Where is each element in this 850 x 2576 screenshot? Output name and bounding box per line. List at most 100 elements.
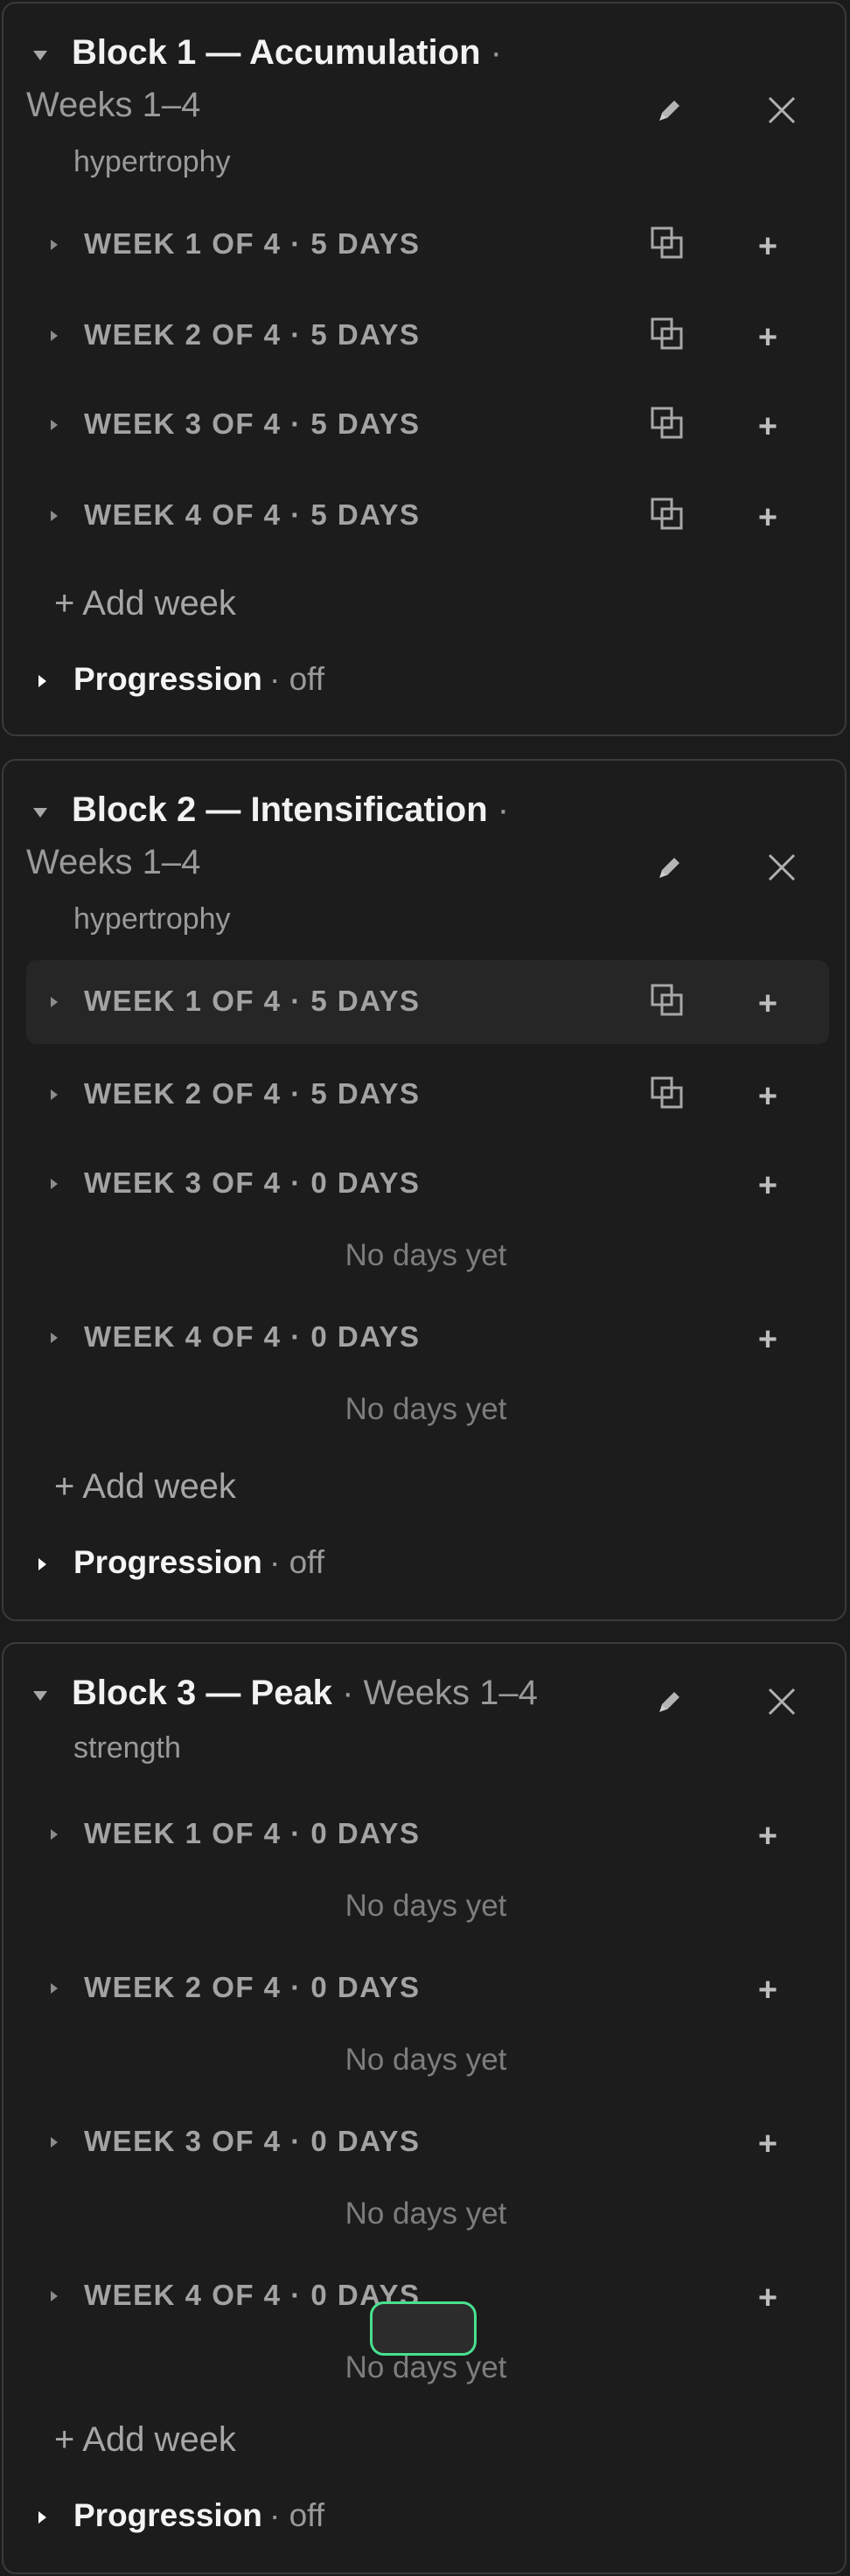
caret-right-icon[interactable] — [51, 1983, 58, 1994]
duplicate-week-button[interactable] — [643, 310, 692, 359]
week-row[interactable]: WEEK 1 OF 4 · 5 DAYS + — [26, 203, 829, 287]
caret-right-icon[interactable] — [51, 2291, 58, 2301]
block-title: Block 2 — Intensification · — [72, 790, 509, 830]
add-day-button[interactable]: + — [743, 222, 792, 271]
progression-toggle[interactable]: Progression · off — [37, 2497, 352, 2541]
plus-icon: + — [757, 2125, 778, 2162]
caret-right-icon[interactable] — [51, 1179, 58, 1189]
week-row[interactable]: WEEK 1 OF 4 · 5 DAYS + — [26, 960, 829, 1044]
empty-week-message: No days yet — [345, 2350, 507, 2385]
duplicate-week-button[interactable] — [643, 490, 692, 539]
empty-week-message: No days yet — [345, 1392, 507, 1426]
block-card: Block 1 — Accumulation · Weeks 1–4 hyper… — [2, 2, 847, 736]
add-day-button[interactable]: + — [743, 2273, 792, 2322]
add-day-button[interactable]: + — [743, 402, 792, 451]
drag-handle-overlay[interactable] — [370, 2301, 477, 2356]
add-day-button[interactable]: + — [743, 1315, 792, 1364]
week-row[interactable]: WEEK 2 OF 4 · 5 DAYS + — [26, 1053, 829, 1137]
title-separator: · — [342, 1674, 354, 1712]
plus-icon: + — [757, 1077, 778, 1115]
plus-icon: + — [757, 227, 778, 265]
week-label: WEEK 3 OF 4 · 0 DAYS — [84, 1166, 421, 1199]
empty-week-message: No days yet — [345, 2043, 507, 2077]
plus-icon: + — [757, 1320, 778, 1358]
caret-down-icon[interactable] — [33, 51, 47, 60]
duplicate-icon — [651, 984, 683, 1016]
add-day-button[interactable]: + — [743, 1812, 792, 1861]
caret-right-icon[interactable] — [51, 2137, 58, 2148]
caret-right-icon[interactable] — [51, 331, 58, 341]
week-row[interactable]: WEEK 3 OF 4 · 0 DAYS + — [26, 1142, 829, 1226]
week-label: WEEK 3 OF 4 · 0 DAYS — [84, 2125, 421, 2157]
week-row[interactable]: WEEK 2 OF 4 · 0 DAYS + — [26, 1946, 829, 2030]
remove-block-button[interactable] — [756, 1675, 808, 1728]
close-icon — [768, 1688, 796, 1716]
week-label: WEEK 1 OF 4 · 0 DAYS — [84, 1817, 421, 1849]
remove-block-button[interactable] — [756, 841, 808, 894]
add-week-button[interactable]: + Add week — [54, 1467, 236, 1507]
edit-block-button[interactable] — [644, 841, 696, 894]
close-icon — [768, 96, 796, 124]
caret-right-icon — [38, 675, 46, 687]
block-title-text: Block 3 — Peak — [72, 1674, 332, 1712]
title-separator: · — [490, 33, 502, 72]
block-focus: strength — [73, 1731, 181, 1765]
caret-right-icon[interactable] — [51, 511, 58, 521]
week-label: WEEK 1 OF 4 · 5 DAYS — [84, 227, 421, 260]
add-day-button[interactable]: + — [743, 1161, 792, 1210]
caret-right-icon[interactable] — [51, 420, 58, 430]
plus-icon: + — [757, 1166, 778, 1204]
add-day-button[interactable]: + — [743, 493, 792, 542]
pencil-icon — [659, 1692, 679, 1712]
block-weeks-range: Weeks 1–4 — [26, 843, 201, 881]
block-title-text: Block 1 — Accumulation — [72, 33, 481, 72]
block-header[interactable]: Block 2 — Intensification · Weeks 1–4 hy… — [3, 761, 845, 936]
duplicate-icon — [651, 226, 683, 259]
block-header[interactable]: Block 3 — Peak · Weeks 1–4 strength — [3, 1644, 845, 1784]
add-week-button[interactable]: + Add week — [54, 2420, 236, 2460]
caret-down-icon[interactable] — [33, 1691, 47, 1701]
add-day-button[interactable]: + — [743, 313, 792, 362]
close-icon — [768, 853, 796, 881]
duplicate-icon — [651, 1076, 683, 1109]
duplicate-week-button[interactable] — [643, 399, 692, 448]
caret-right-icon[interactable] — [51, 240, 58, 250]
block-title: Block 3 — Peak · Weeks 1–4 — [72, 1674, 538, 1713]
duplicate-week-button[interactable] — [643, 1069, 692, 1117]
week-row[interactable]: WEEK 4 OF 4 · 0 DAYS + — [26, 1296, 829, 1380]
week-row[interactable]: WEEK 1 OF 4 · 0 DAYS + — [26, 1793, 829, 1876]
pencil-icon — [659, 101, 679, 121]
plus-icon: + — [757, 1971, 778, 2009]
progression-toggle[interactable]: Progression · off — [37, 661, 352, 705]
plus-icon: + — [757, 318, 778, 356]
duplicate-week-button[interactable] — [643, 219, 692, 268]
week-row[interactable]: WEEK 3 OF 4 · 5 DAYS + — [26, 383, 829, 467]
add-day-button[interactable]: + — [743, 1966, 792, 2015]
block-header[interactable]: Block 1 — Accumulation · Weeks 1–4 hyper… — [3, 3, 845, 178]
empty-week-message: No days yet — [345, 1238, 507, 1272]
week-label: WEEK 4 OF 4 · 0 DAYS — [84, 2279, 421, 2311]
caret-down-icon[interactable] — [33, 808, 47, 818]
edit-block-button[interactable] — [644, 84, 696, 136]
duplicate-icon — [651, 498, 683, 530]
progression-state: · off — [269, 1544, 325, 1580]
caret-right-icon[interactable] — [51, 1333, 58, 1343]
progression-state: · off — [269, 2497, 325, 2533]
add-day-button[interactable]: + — [743, 979, 792, 1028]
caret-right-icon[interactable] — [51, 997, 58, 1007]
week-label: WEEK 4 OF 4 · 0 DAYS — [84, 1320, 421, 1353]
week-row[interactable]: WEEK 4 OF 4 · 5 DAYS + — [26, 474, 829, 558]
caret-right-icon[interactable] — [51, 1090, 58, 1100]
remove-block-button[interactable] — [756, 84, 808, 136]
caret-right-icon — [38, 2511, 46, 2524]
week-row[interactable]: WEEK 2 OF 4 · 5 DAYS + — [26, 294, 829, 378]
duplicate-week-button[interactable] — [643, 976, 692, 1025]
add-day-button[interactable]: + — [743, 2120, 792, 2169]
caret-right-icon[interactable] — [51, 1829, 58, 1840]
progression-toggle[interactable]: Progression · off — [37, 1544, 352, 1588]
add-day-button[interactable]: + — [743, 1072, 792, 1121]
week-label: WEEK 1 OF 4 · 5 DAYS — [84, 985, 421, 1017]
edit-block-button[interactable] — [644, 1675, 696, 1728]
add-week-button[interactable]: + Add week — [54, 584, 236, 623]
week-row[interactable]: WEEK 3 OF 4 · 0 DAYS + — [26, 2100, 829, 2184]
